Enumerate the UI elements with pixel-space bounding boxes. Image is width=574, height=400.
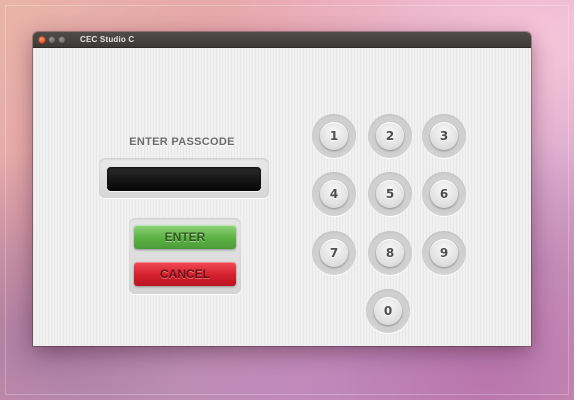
maximize-icon[interactable] <box>58 35 66 44</box>
key-7-button[interactable]: 7 <box>320 239 348 267</box>
key-9-button[interactable]: 9 <box>430 239 458 267</box>
cancel-button[interactable]: CANCEL <box>134 262 236 286</box>
key-1-button[interactable]: 1 <box>320 122 348 150</box>
key-6-button[interactable]: 6 <box>430 180 458 208</box>
key-5-ring: 5 <box>368 172 412 216</box>
key-3-ring: 3 <box>422 114 466 158</box>
key-5-button[interactable]: 5 <box>376 180 404 208</box>
enter-button[interactable]: ENTER <box>134 225 236 249</box>
key-8-ring: 8 <box>368 231 412 275</box>
key-4-ring: 4 <box>312 172 356 216</box>
key-0-button[interactable]: 0 <box>374 297 402 325</box>
title-bar[interactable]: CEC Studio C <box>33 32 531 48</box>
window-content: ENTER PASSCODE ENTER CANCEL 1 2 3 4 5 6 <box>33 48 531 346</box>
key-2-button[interactable]: 2 <box>376 122 404 150</box>
passcode-input[interactable] <box>107 167 261 191</box>
key-2-ring: 2 <box>368 114 412 158</box>
key-0-ring: 0 <box>366 289 410 333</box>
key-8-button[interactable]: 8 <box>376 239 404 267</box>
key-1-ring: 1 <box>312 114 356 158</box>
key-6-ring: 6 <box>422 172 466 216</box>
key-3-button[interactable]: 3 <box>430 122 458 150</box>
app-window: CEC Studio C ENTER PASSCODE ENTER CANCEL… <box>33 32 531 346</box>
close-icon[interactable] <box>38 35 46 44</box>
window-title: CEC Studio C <box>80 35 135 44</box>
minimize-icon[interactable] <box>48 35 56 44</box>
key-4-button[interactable]: 4 <box>320 180 348 208</box>
key-9-ring: 9 <box>422 231 466 275</box>
passcode-label: ENTER PASSCODE <box>129 136 235 148</box>
key-7-ring: 7 <box>312 231 356 275</box>
